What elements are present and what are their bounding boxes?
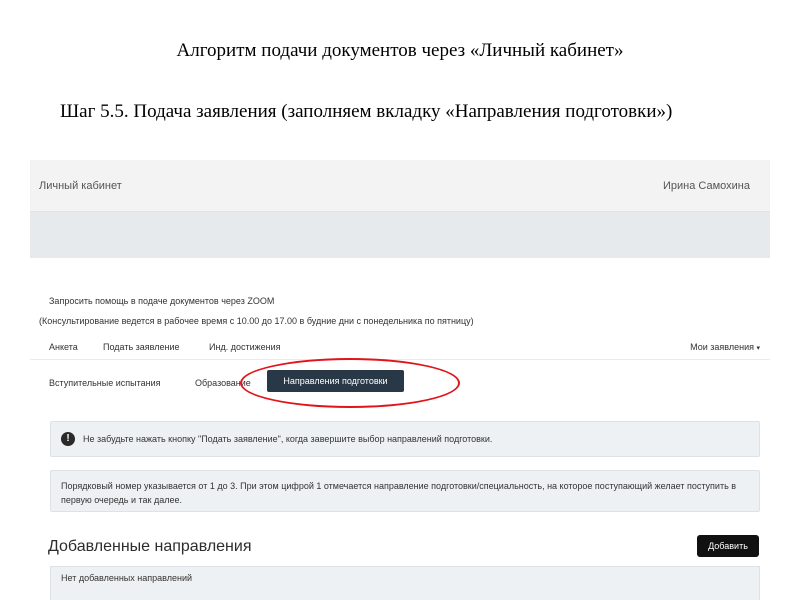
main-content: Запросить помощь в подаче документов чер… bbox=[30, 258, 770, 600]
reminder-alert: ! Не забудьте нажать кнопку "Подать заяв… bbox=[50, 421, 760, 457]
tab-education[interactable]: Образование bbox=[195, 378, 251, 388]
exclamation-icon: ! bbox=[61, 432, 75, 446]
add-direction-button[interactable]: Добавить bbox=[697, 535, 759, 557]
empty-state-text: Нет добавленных направлений bbox=[61, 573, 192, 583]
zoom-help-link[interactable]: Запросить помощь в подаче документов чер… bbox=[49, 296, 274, 306]
added-directions-title: Добавленные направления bbox=[48, 538, 252, 555]
caret-down-icon: ▾ bbox=[756, 345, 760, 352]
priority-info: Порядковый номер указывается от 1 до 3. … bbox=[50, 470, 760, 512]
consultation-hours: (Консультирование ведется в рабочее врем… bbox=[39, 316, 474, 326]
slide-subtitle: Шаг 5.5. Подача заявления (заполняем вкл… bbox=[60, 101, 673, 122]
directions-empty-state: Нет добавленных направлений bbox=[50, 566, 760, 600]
user-name[interactable]: Ирина Самохина bbox=[663, 180, 750, 192]
my-applications-dropdown[interactable]: Мои заявления ▾ bbox=[690, 342, 760, 352]
top-bar: Личный кабинет Ирина Самохина bbox=[30, 160, 770, 212]
reminder-text: Не забудьте нажать кнопку "Подать заявле… bbox=[83, 434, 493, 444]
slide-title: Алгоритм подачи документов через «Личный… bbox=[176, 40, 624, 61]
tab-entrance-exams[interactable]: Вступительные испытания bbox=[49, 378, 161, 388]
priority-info-text: Порядковый номер указывается от 1 до 3. … bbox=[61, 481, 737, 505]
nav-item-achievements[interactable]: Инд. достижения bbox=[209, 342, 281, 352]
nav-item-profile[interactable]: Анкета bbox=[49, 342, 78, 352]
nav-item-submit-application[interactable]: Подать заявление bbox=[103, 342, 180, 352]
tab-study-directions[interactable]: Направления подготовки bbox=[267, 370, 404, 392]
brand-link[interactable]: Личный кабинет bbox=[39, 180, 122, 192]
cabinet-screenshot: Личный кабинет Ирина Самохина Запросить … bbox=[30, 160, 770, 600]
main-nav: Анкета Подать заявление Инд. достижения … bbox=[30, 336, 770, 360]
my-applications-label: Мои заявления bbox=[690, 342, 754, 352]
